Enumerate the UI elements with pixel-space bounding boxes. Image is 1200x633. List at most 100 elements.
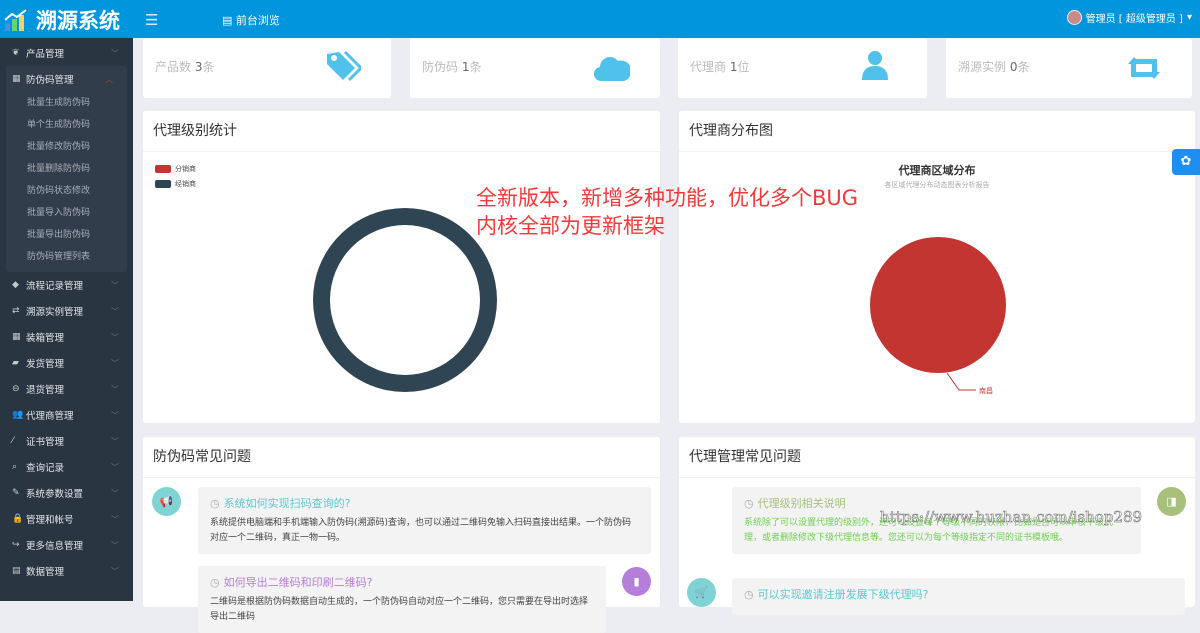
agent-distribution-panel: 代理商分布图 代理商区域分布 各区域代理分布动态图表分析报告 南昌	[679, 111, 1195, 423]
stat-unit: 条	[1017, 60, 1030, 74]
pie-slice-南昌[interactable]	[870, 237, 1006, 373]
search-icon: ⌕	[12, 462, 18, 472]
chevron-down-icon: ﹀	[111, 306, 119, 316]
faq-question[interactable]: 如何导出二维码和印刷二维码?	[224, 576, 373, 589]
qrcode-icon: ▦	[12, 74, 21, 84]
sidebar-subitem[interactable]: 批量删除防伪码	[6, 158, 127, 180]
pie-label: 南昌	[979, 386, 993, 395]
sidebar-item[interactable]: ⁄ 证书管理 ﹀	[0, 428, 133, 454]
sidebar-subitem[interactable]: 批量导出防伪码	[6, 224, 127, 246]
truck-icon: ▰	[12, 358, 19, 368]
menu-toggle-icon[interactable]: ☰	[145, 11, 158, 29]
floating-tool-button[interactable]: ✿	[1172, 149, 1200, 175]
cloud-icon	[594, 57, 630, 82]
sidebar-item-label: 防伪码管理	[26, 75, 74, 86]
sidebar-subitem[interactable]: 防伪码状态修改	[6, 180, 127, 202]
window-icon: ▤	[222, 14, 236, 27]
bar-chart-logo-icon	[4, 9, 27, 31]
chevron-down-icon: ﹀	[111, 358, 119, 368]
chevron-down-icon: ﹀	[111, 436, 119, 446]
faq-question[interactable]: 系统如何实现扫码查询的?	[224, 497, 351, 510]
tags-icon: ◆	[12, 280, 19, 290]
sidebar-item[interactable]: ◆ 流程记录管理 ﹀	[0, 272, 133, 298]
chevron-down-icon: ﹀	[111, 280, 119, 290]
stat-label: 溯源实例	[958, 60, 1007, 74]
retweet-icon	[1128, 57, 1160, 79]
faq-item: ◷ 代理级别相关说明 系统除了可以设置代理的级别外，还可以设置每个等级不同的权限，比…	[732, 487, 1141, 554]
sidebar-item-label: 证书管理	[26, 437, 65, 448]
chevron-down-icon: ﹀	[111, 566, 119, 576]
sidebar-subitem[interactable]: 防伪码管理列表	[6, 246, 127, 268]
sidebar-subitem[interactable]: 批量生成防伪码	[6, 92, 127, 114]
chevron-down-icon: ﹀	[111, 514, 119, 524]
faq-answer: 系统提供电脑端和手机端输入防伪码(溯源码)查询，也可以通过二维码免输入扫码直接出…	[210, 518, 632, 543]
avatar	[1066, 10, 1082, 25]
lock-icon: 🔒	[12, 514, 24, 524]
grid-icon: ▦	[12, 332, 21, 342]
user-menu[interactable]: 管理员 [ 超级管理员 ] ▾	[1066, 10, 1192, 25]
sidebar-item[interactable]: ▦ 装箱管理 ﹀	[0, 324, 133, 350]
sidebar-subitem[interactable]: 批量导入防伪码	[6, 202, 127, 224]
front-browse-link[interactable]: ▤ 前台浏览	[222, 12, 280, 28]
logo[interactable]: 溯源系统	[4, 5, 120, 35]
stat-label: 产品数	[155, 60, 192, 74]
faq-question[interactable]: 可以实现邀请注册发展下级代理吗?	[758, 588, 929, 601]
stat-card-agents: 代理商 1位	[678, 38, 927, 98]
sidebar-subitem[interactable]: 批量修改防伪码	[6, 136, 127, 158]
sidebar-item[interactable]: ⌕ 查询记录 ﹀	[0, 454, 133, 480]
faq-answer: 系统除了可以设置代理的级别外，还可以设置每个等级不同的权限，比如是否可以审核下级…	[744, 518, 1114, 543]
code-faq-panel: 防伪码常见问题 📢 ◷ 系统如何实现扫码查询的? 系统提供电脑端和手机端输入防伪码(…	[143, 437, 660, 633]
chevron-down-icon: ﹀	[111, 332, 119, 342]
faq-item: ◷ 如何导出二维码和印刷二维码? 二维码是根据防伪码数据自动生成的，一个防伪码自动对…	[198, 566, 606, 633]
sidebar-item[interactable]: ▦ 防伪码管理 ︿	[6, 66, 127, 92]
sidebar-item-label: 发货管理	[26, 359, 65, 370]
cart-icon: 🛒	[687, 578, 716, 607]
faq-answer: 二维码是根据防伪码数据自动生成的，一个防伪码自动对应一个二维码，您只需要在导出时…	[210, 597, 589, 622]
bullhorn-icon: 📢	[152, 487, 181, 516]
sidebar-item[interactable]: ▤ 数据管理 ﹀	[0, 558, 133, 584]
app-title: 溯源系统	[36, 9, 120, 33]
agent-faq-panel: 代理管理常见问题 ◷ 代理级别相关说明 系统除了可以设置代理的级别外，还可以设置每个…	[679, 437, 1195, 615]
stat-unit: 位	[737, 60, 750, 74]
clock-icon: ◷	[210, 497, 220, 510]
faq-item: ◷ 可以实现邀请注册发展下级代理吗?	[732, 578, 1185, 615]
wrench-icon: ✎	[12, 488, 20, 498]
sidebar-item-label: 管理和帐号	[26, 515, 74, 526]
magic-icon: ⁄	[12, 436, 14, 446]
sidebar-item[interactable]: ↪ 更多信息管理 ﹀	[0, 532, 133, 558]
user-icon	[862, 51, 888, 80]
panel-title: 代理管理常见问题	[679, 437, 1195, 478]
chevron-down-icon: ﹀	[111, 540, 119, 550]
sidebar-item[interactable]: ⊖ 退货管理 ﹀	[0, 376, 133, 402]
sidebar-item-label: 退货管理	[26, 385, 65, 396]
sidebar-item[interactable]: 🔒 管理和帐号 ﹀	[0, 506, 133, 532]
sidebar-item[interactable]: 👥 代理商管理 ﹀	[0, 402, 133, 428]
sidebar-item-label: 装箱管理	[26, 333, 65, 344]
panel-title: 防伪码常见问题	[143, 437, 660, 478]
pie-slice-经销商[interactable]	[313, 208, 497, 392]
database-icon: ▤	[12, 566, 21, 576]
stat-unit: 条	[202, 60, 215, 74]
chevron-down-icon: ﹀	[111, 462, 119, 472]
chevron-up-icon: ︿	[105, 74, 113, 84]
sidebar-item[interactable]: ▰ 发货管理 ﹀	[0, 350, 133, 376]
sidebar-item-label: 数据管理	[26, 567, 65, 578]
user-name: 管理员 [ 超级管理员 ]	[1085, 14, 1183, 25]
agent-level-panel: 代理级别统计 分销商 经销商	[143, 111, 660, 423]
sidebar-item-label: 产品管理	[26, 49, 65, 60]
stat-card-codes: 防伪码 1条	[410, 38, 660, 98]
sidebar-item-label: 溯源实例管理	[26, 307, 84, 318]
retweet-icon: ⇄	[12, 306, 20, 316]
sidebar-subitem[interactable]: 单个生成防伪码	[6, 114, 127, 136]
tag-icon: ◨	[1157, 487, 1186, 516]
chevron-down-icon: ﹀	[111, 488, 119, 498]
clock-icon: ◷	[210, 576, 220, 589]
sidebar-item[interactable]: ✎ 系统参数设置 ﹀	[0, 480, 133, 506]
book-icon: ▮	[622, 567, 651, 596]
faq-question[interactable]: 代理级别相关说明	[758, 497, 846, 510]
clock-icon: ◷	[744, 588, 754, 601]
chevron-down-icon: ﹀	[111, 384, 119, 394]
sidebar-item[interactable]: ⇄ 溯源实例管理 ﹀	[0, 298, 133, 324]
stat-label: 代理商	[690, 60, 727, 74]
sidebar-item[interactable]: ❦ 产品管理 ﹀	[0, 40, 133, 66]
